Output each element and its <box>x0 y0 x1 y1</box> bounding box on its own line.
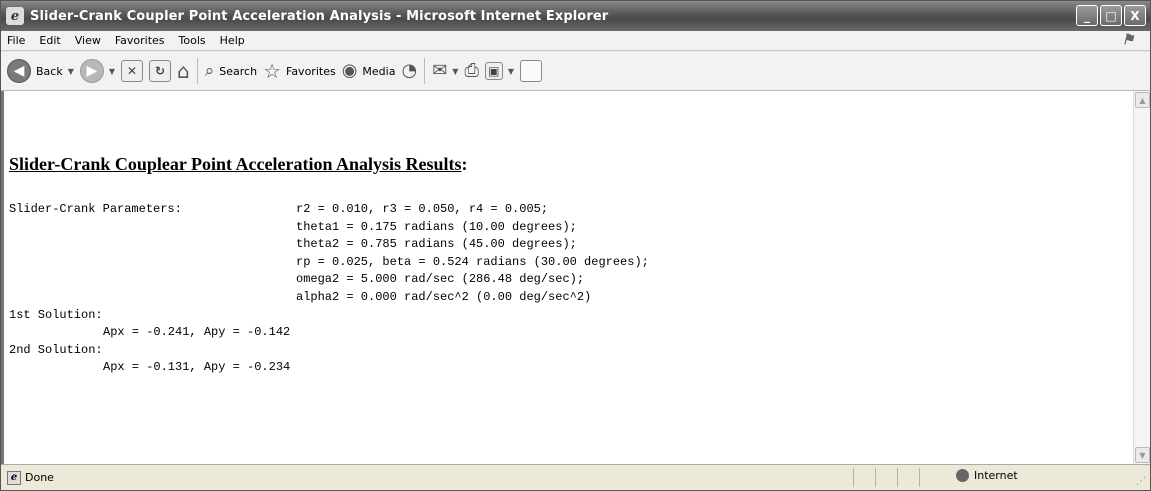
forward-dropdown-icon[interactable]: ▼ <box>109 67 115 76</box>
home-icon: ⌂ <box>177 59 190 83</box>
minimize-button[interactable]: _ <box>1076 5 1098 26</box>
forward-button[interactable]: ▶ ▼ <box>77 55 118 87</box>
back-dropdown-icon[interactable]: ▼ <box>68 67 74 76</box>
scroll-up-button[interactable]: ▲ <box>1135 92 1150 108</box>
menu-bar: File Edit View Favorites Tools Help ⚑ <box>1 31 1150 51</box>
menu-file[interactable]: File <box>1 34 32 47</box>
param-line: theta1 = 0.175 radians (10.00 degrees); <box>296 219 577 234</box>
scroll-down-button[interactable]: ▼ <box>1135 447 1150 463</box>
toolbar-separator <box>424 58 426 84</box>
param-line: omega2 = 5.000 rad/sec (286.48 deg/sec); <box>296 272 585 287</box>
search-label: Search <box>219 64 258 78</box>
media-icon: ◉ <box>341 60 358 81</box>
favorites-label: Favorites <box>286 64 336 78</box>
forward-arrow-icon: ▶ <box>79 59 104 83</box>
solution-value: Apx = -0.241, Apy = -0.142 <box>103 325 291 340</box>
media-button[interactable]: ◉ Media <box>339 55 399 87</box>
params-row: omega2 = 5.000 rad/sec (286.48 deg/sec); <box>9 271 649 289</box>
windows-flag-icon: ⚑ <box>1121 32 1135 48</box>
page-status-icon: e <box>7 470 21 485</box>
magnifier-icon: ⌕ <box>204 60 215 81</box>
menu-edit[interactable]: Edit <box>32 34 67 47</box>
back-label: Back <box>36 64 63 78</box>
star-icon: ☆ <box>263 59 281 83</box>
browser-window: e Slider-Crank Coupler Point Acceleratio… <box>0 0 1151 491</box>
search-button[interactable]: ⌕ Search <box>202 55 260 87</box>
edit-button[interactable]: ▣ ▼ <box>482 55 517 87</box>
stop-button[interactable]: ✕ <box>118 55 146 87</box>
history-icon: ◔ <box>401 60 418 81</box>
status-bar: e Done Internet ⋰ <box>1 464 1150 490</box>
mail-icon: ✉ <box>432 60 448 81</box>
menu-help[interactable]: Help <box>213 34 252 47</box>
zone-label: Internet <box>974 469 1018 482</box>
discuss-button[interactable] <box>517 55 545 87</box>
solution-value: Apx = -0.131, Apy = -0.234 <box>103 360 291 375</box>
menu-view[interactable]: View <box>68 34 108 47</box>
solution-label: 2nd Solution: <box>9 342 103 357</box>
back-arrow-icon: ◀ <box>7 59 31 83</box>
vertical-scrollbar[interactable]: ▲ ▼ <box>1133 91 1150 464</box>
toolbar-separator <box>196 58 198 84</box>
media-label: Media <box>362 64 396 78</box>
results-block: Slider-Crank Parameters: r2 = 0.010, r3 =… <box>9 201 649 377</box>
mail-dropdown-icon[interactable]: ▼ <box>452 67 458 76</box>
discuss-icon <box>520 60 542 82</box>
stop-icon: ✕ <box>121 60 144 82</box>
solution-label: 1st Solution: <box>9 307 103 322</box>
params-label: Slider-Crank Parameters: <box>9 202 182 216</box>
params-row: theta1 = 0.175 radians (10.00 degrees); <box>9 219 649 237</box>
param-line: theta2 = 0.785 radians (45.00 degrees); <box>296 237 577 252</box>
refresh-icon: ↻ <box>149 60 172 82</box>
status-text: Done <box>25 471 54 484</box>
ie-logo-icon: e <box>6 7 24 25</box>
solution-value-row: Apx = -0.241, Apy = -0.142 <box>9 324 649 342</box>
menu-tools[interactable]: Tools <box>172 34 213 47</box>
page-heading: Slider-Crank Couplear Point Acceleration… <box>9 154 468 175</box>
status-panes <box>853 468 941 487</box>
home-button[interactable]: ⌂ <box>174 55 193 87</box>
edit-dropdown-icon[interactable]: ▼ <box>508 67 514 76</box>
title-bar[interactable]: e Slider-Crank Coupler Point Acceleratio… <box>1 1 1150 31</box>
param-line: rp = 0.025, beta = 0.524 radians (30.00 … <box>296 254 649 269</box>
param-line: alpha2 = 0.000 rad/sec^2 (0.00 deg/sec^2… <box>296 289 592 304</box>
solution-value-row: Apx = -0.131, Apy = -0.234 <box>9 359 649 377</box>
favorites-button[interactable]: ☆ Favorites <box>260 55 339 87</box>
back-button[interactable]: ◀ Back ▼ <box>4 55 77 87</box>
page-viewport: Slider-Crank Couplear Point Acceleration… <box>1 91 1150 464</box>
print-icon: ⎙ <box>464 60 479 81</box>
maximize-button[interactable]: □ <box>1100 5 1122 26</box>
refresh-button[interactable]: ↻ <box>146 55 174 87</box>
params-row: Slider-Crank Parameters: r2 = 0.010, r3 =… <box>9 201 649 219</box>
page-body: Slider-Crank Couplear Point Acceleration… <box>8 91 1132 464</box>
security-zone: Internet <box>956 469 1018 482</box>
history-button[interactable]: ◔ <box>398 55 420 87</box>
edit-icon: ▣ <box>484 62 503 80</box>
param-line: r2 = 0.010, r3 = 0.050, r4 = 0.005; <box>296 202 549 216</box>
window-controls: _ □ X <box>1076 5 1146 26</box>
print-button[interactable]: ⎙ <box>461 55 481 87</box>
params-row: rp = 0.025, beta = 0.524 radians (30.00 … <box>9 254 649 272</box>
resize-grip-icon[interactable]: ⋰ <box>1136 476 1146 487</box>
globe-icon <box>956 469 969 482</box>
close-button[interactable]: X <box>1124 5 1146 26</box>
page-heading-text: Slider-Crank Couplear Point Acceleration… <box>9 154 462 174</box>
window-title: Slider-Crank Coupler Point Acceleration … <box>30 8 609 24</box>
mail-button[interactable]: ✉ ▼ <box>429 55 461 87</box>
menu-favorites[interactable]: Favorites <box>108 34 172 47</box>
params-row: theta2 = 0.785 radians (45.00 degrees); <box>9 236 649 254</box>
params-row: alpha2 = 0.000 rad/sec^2 (0.00 deg/sec^2… <box>9 289 649 307</box>
page-heading-suffix: : <box>461 154 468 174</box>
toolbar: ◀ Back ▼ ▶ ▼ ✕ ↻ ⌂ ⌕ Search ☆ Favorites … <box>1 52 1150 91</box>
